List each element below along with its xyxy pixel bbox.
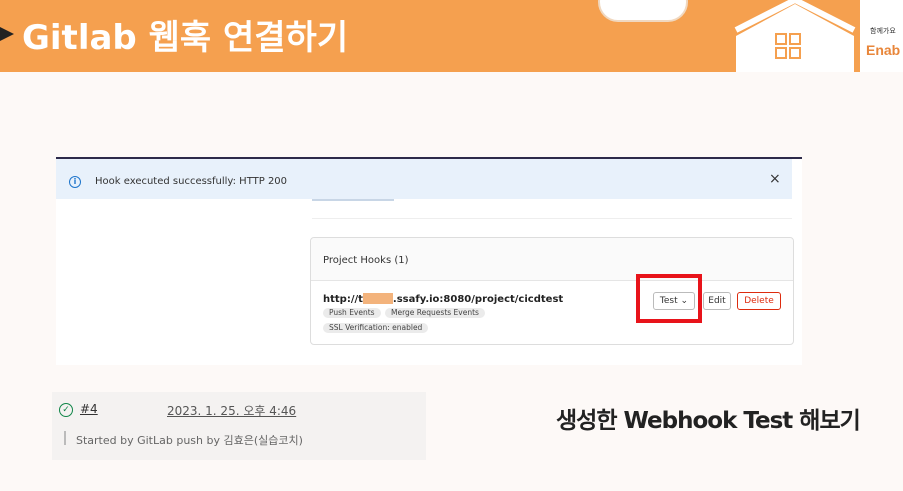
alert-message: Hook executed successfully: HTTP 200 [95, 176, 288, 187]
tab-underline [312, 199, 394, 201]
arrow-icon [0, 27, 14, 41]
house-logo-icon [734, 0, 856, 72]
brand-tagline: 함께가요 [870, 27, 896, 35]
hook-url: http://t .ssafy.io:8080/project/cicdtest [323, 293, 563, 305]
success-alert: i Hook executed successfully: HTTP 200 × [56, 159, 792, 199]
brand-name: Enab [866, 42, 901, 58]
divider [312, 218, 792, 219]
pipeline-date[interactable]: 2023. 1. 25. 오후 4:46 [167, 402, 296, 419]
edit-button[interactable]: Edit [703, 292, 731, 310]
info-icon: i [69, 176, 81, 188]
tag-ssl-verification: SSL Verification: enabled [323, 323, 429, 333]
hook-url-prefix: http://t [323, 294, 363, 305]
check-circle-icon: ✓ [59, 403, 73, 417]
tag-merge-request-events: Merge Requests Events [385, 308, 485, 318]
redacted-block [362, 293, 393, 304]
hooks-title: Project Hooks (1) [323, 255, 409, 266]
project-hooks-panel: Project Hooks (1) http://t .ssafy.io:8080… [310, 237, 794, 345]
pipeline-card: ✓ #4 2023. 1. 25. 오후 4:46 Started by Git… [52, 392, 426, 460]
hooks-header: Project Hooks (1) [311, 238, 793, 281]
tag-push-events: Push Events [323, 308, 381, 318]
cloud-decoration [598, 0, 688, 22]
slide-caption: 생성한 Webhook Test 해보기 [556, 408, 861, 434]
delete-button[interactable]: Delete [737, 292, 781, 310]
gitlab-webhook-screenshot: i Hook executed successfully: HTTP 200 ×… [56, 157, 802, 365]
pipeline-started-by: Started by GitLab push by 김효은(실습코치) [76, 434, 303, 447]
close-icon[interactable]: × [769, 171, 781, 187]
highlight-box [636, 274, 702, 323]
pipeline-id-link[interactable]: #4 [80, 402, 98, 416]
page-title: Gitlab 웹훅 연결하기 [22, 18, 349, 58]
brand-area [860, 0, 903, 72]
indent-bar [64, 431, 66, 445]
hook-url-suffix: .ssafy.io:8080/project/cicdtest [392, 294, 564, 305]
header-banner: Gitlab 웹훅 연결하기 함께가요 Enab [0, 0, 903, 72]
